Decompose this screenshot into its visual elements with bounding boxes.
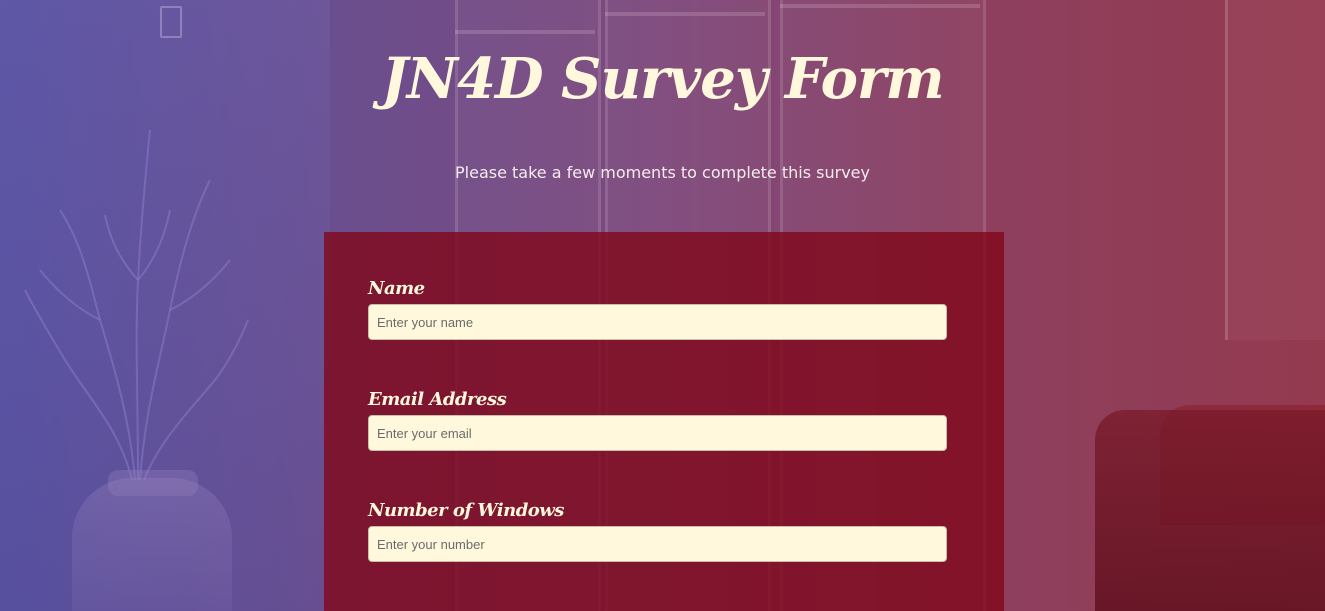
email-label: Email Address xyxy=(368,389,507,410)
name-field-group: Name xyxy=(368,278,947,340)
survey-form: Name Email Address Number of Windows xyxy=(324,232,1004,611)
page-description: Please take a few moments to complete th… xyxy=(455,163,870,182)
number-of-windows-input[interactable] xyxy=(368,526,947,562)
email-input[interactable] xyxy=(368,415,947,451)
number-field-group: Number of Windows xyxy=(368,500,947,562)
email-field-group: Email Address xyxy=(368,389,947,451)
name-input[interactable] xyxy=(368,304,947,340)
page-title: JN4D Survey Form xyxy=(381,46,944,112)
name-label: Name xyxy=(368,278,425,299)
number-of-windows-label: Number of Windows xyxy=(368,500,564,521)
survey-page: JN4D Survey Form Please take a few momen… xyxy=(0,0,1325,611)
